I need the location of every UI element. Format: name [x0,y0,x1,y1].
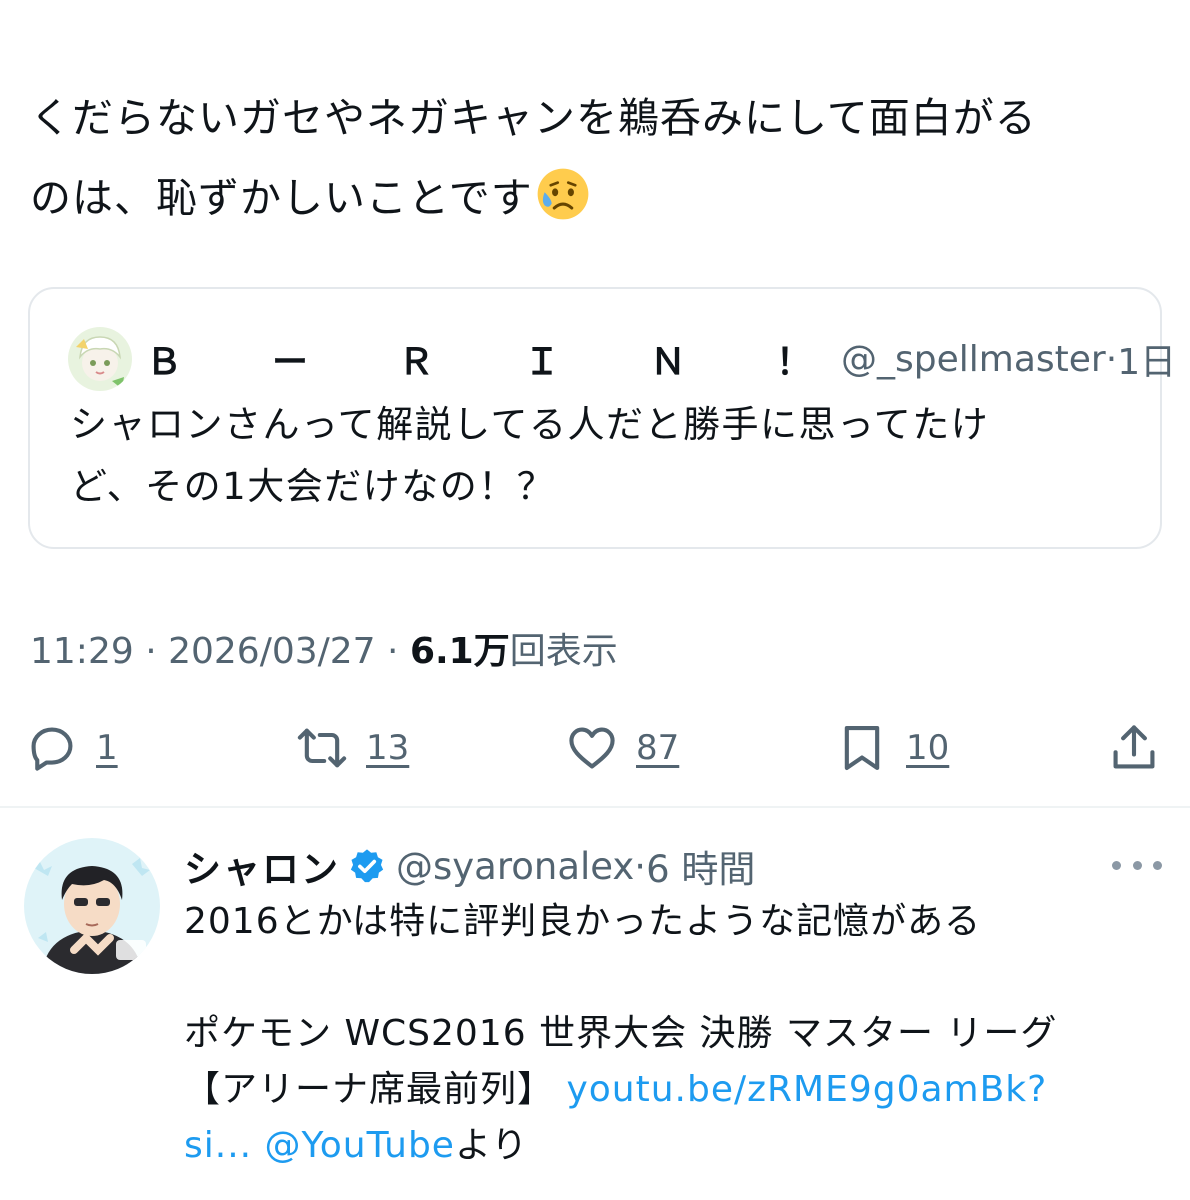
retweet-button[interactable]: 13 [296,712,409,784]
like-button[interactable]: 87 [566,712,679,784]
reply-line-1: 2016とかは特に評判良かったような記憶がある [184,901,982,942]
verified-badge-icon [350,849,384,883]
tweet-text-line-1: くだらないガセやネガキャンを鵜呑みにして面白がる [30,94,1037,142]
share-icon [1113,725,1155,769]
reply-icon [31,727,73,771]
tweet-text-line-2-text: のは、恥ずかしいことです [30,174,533,222]
quoted-tweet-card[interactable]: Ｂ ー Ｒ Ｉ Ｎ ！ @_spellmaster · 1日 シャロンさんって解… [28,287,1176,549]
link-space [252,1125,264,1166]
reply-line-3: 【アリーナ席最前列】 youtu.be/zRME9g0amBk? [184,1062,1164,1118]
retweet-icon [297,728,347,768]
quoted-tweet-line-1: シャロンさんって解説してる人だと勝手に思ってたけ [70,403,990,446]
like-icon [569,727,615,769]
share-button[interactable] [1108,712,1160,784]
reply-line-2: ポケモン WCS2016 世界大会 決勝 マスター リーグ [184,1013,1058,1054]
reply-header: シャロン @syaronalex · 6 時間 [184,838,755,894]
like-count: 87 [636,728,680,768]
youtube-link[interactable]: youtu.be/zRME9g0amBk? [566,1069,1047,1110]
reply-tweet-text: 2016とかは特に評判良かったような記憶がある ポケモン WCS2016 世界大… [184,894,1164,1174]
reply-button[interactable]: 1 [26,712,118,784]
more-dot-icon [1132,860,1142,870]
reply-suffix: より [454,1125,529,1166]
reply-tweet-time[interactable]: 6 時間 [646,839,755,893]
tweet-text: くだらないガセやネガキャンを鵜呑みにして面白がる のは、恥ずかしいことです [30,78,1170,238]
more-dot-icon [1112,860,1121,870]
youtube-mention-link[interactable]: @YouTube [265,1125,455,1166]
meta-separator: · [133,631,169,672]
meta-separator: · [375,631,410,672]
bookmark-count: 10 [906,728,950,768]
view-count-label: 回表示 [509,631,618,672]
tweet-meta: 11:29 · 2026/03/27 · 6.1万回表示 [30,622,618,674]
reply-count: 1 [96,728,118,768]
tweet-date[interactable]: 2026/03/27 [168,631,376,672]
action-bar: 1 13 87 10 [0,712,1190,784]
quoted-user-name[interactable]: Ｂ ー Ｒ Ｉ Ｎ ！ [146,333,839,385]
sad-relieved-emoji-icon [537,168,589,220]
quoted-user-avatar[interactable] [68,327,132,391]
divider [0,806,1190,808]
quoted-user-handle[interactable]: @_spellmaster [841,339,1106,380]
more-dot-icon [1153,860,1162,870]
reply-meta-separator: · [634,844,647,888]
quoted-tweet-line-2: ど、その1大会だけなの！？ [70,465,556,508]
tweet-text-line-2: のは、恥ずかしいことです [30,158,1170,238]
quoted-meta-separator: · [1105,338,1118,380]
quoted-tweet-header: Ｂ ー Ｒ Ｉ Ｎ ！ @_spellmaster · 1日 [68,327,1176,391]
retweet-count: 13 [366,728,410,768]
view-count[interactable]: 6.1万 [410,631,510,672]
bookmark-button[interactable]: 10 [836,712,949,784]
reply-line-4: si... @YouTubeより [184,1118,1164,1174]
youtube-link-continued[interactable]: si... [184,1125,252,1166]
reply-user-handle[interactable]: @syaronalex [396,845,634,888]
reply-user-name[interactable]: シャロン [184,839,340,893]
quoted-tweet-text: シャロンさんって解説してる人だと勝手に思ってたけ ど、その1大会だけなの！？ [70,394,1120,518]
more-options-button[interactable] [1112,850,1162,880]
tweet-time[interactable]: 11:29 [30,631,134,672]
bookmark-icon [844,726,880,770]
reply-user-avatar[interactable] [24,838,160,974]
quoted-tweet-time[interactable]: 1日 [1117,333,1176,385]
video-title-text: 【アリーナ席最前列】 [184,1069,567,1110]
